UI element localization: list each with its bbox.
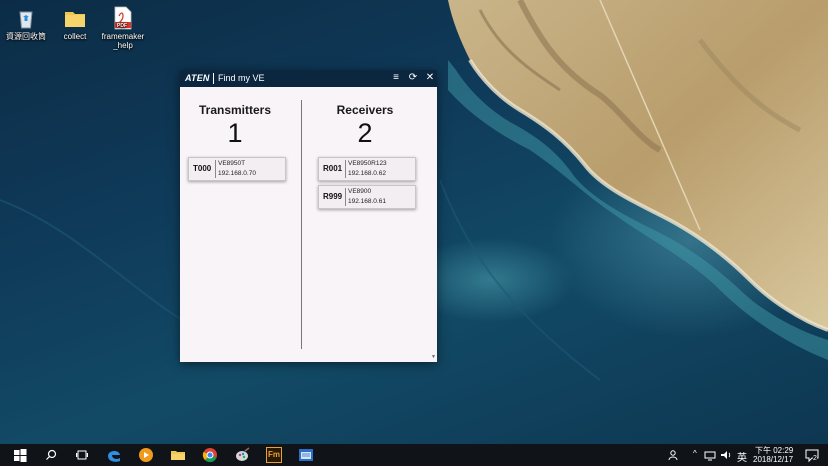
network-icon[interactable] [704, 447, 716, 463]
clock-date[interactable]: 2018/12/17 [753, 455, 793, 464]
framemaker-icon[interactable]: Fm [266, 447, 282, 463]
framemaker-label: Fm [268, 450, 280, 459]
media-player-icon[interactable] [138, 447, 154, 463]
taskbar: Fm ^ 英 下午 02:29 2018/12/17 2 [0, 444, 828, 466]
start-icon[interactable] [12, 447, 28, 463]
scroll-down-icon[interactable]: ▼ [431, 354, 436, 360]
device-id: T000 [193, 164, 212, 173]
pdf-file-icon: PDF [111, 6, 135, 30]
app-window-icon[interactable] [298, 447, 314, 463]
seafloor-2 [439, 179, 601, 381]
desktop-icon-framemaker-help[interactable]: PDF framemaker _help [101, 6, 145, 50]
close-button[interactable]: ✕ [423, 71, 437, 85]
desktop-icon-label: framemaker _help [101, 32, 145, 50]
show-hidden-icons-icon[interactable]: ^ [693, 449, 697, 458]
desktop-icon-collect[interactable]: collect [53, 6, 97, 41]
device-id: R001 [323, 164, 343, 173]
sort-button[interactable]: ≡ [389, 71, 403, 85]
aten-logo: ATEN [185, 73, 210, 83]
device-id: R999 [323, 192, 343, 201]
edge-icon[interactable] [106, 447, 122, 463]
device-ip: 192.168.0.70 [218, 170, 256, 177]
device-ip: 192.168.0.61 [348, 198, 386, 205]
chrome-icon[interactable] [202, 447, 218, 463]
coastline-land [448, 0, 828, 330]
device-separator [345, 160, 346, 178]
people-icon[interactable] [668, 447, 680, 463]
receivers-count: 2 [357, 118, 373, 148]
refresh-button[interactable]: ⟳ [406, 71, 420, 85]
paint-icon[interactable] [234, 447, 250, 463]
device-card-r001[interactable]: R001 VE8950R123 192.168.0.62 [318, 157, 416, 181]
window-title: Find my VE [218, 73, 265, 83]
find-my-ve-window: ATEN Find my VE ≡ ⟳ ✕ Transmitters 1 Rec… [180, 70, 437, 362]
column-divider [301, 100, 302, 349]
folder-icon [63, 6, 87, 30]
receivers-heading: Receivers [336, 103, 394, 117]
transmitters-heading: Transmitters [198, 103, 272, 117]
device-model: VE8950T [218, 160, 246, 167]
device-card-r999[interactable]: R999 VE8900 192.168.0.61 [318, 185, 416, 209]
search-icon[interactable] [43, 447, 59, 463]
volume-icon[interactable] [720, 447, 732, 463]
transmitters-count: 1 [227, 118, 243, 148]
pdf-badge: PDF [117, 23, 127, 29]
device-ip: 192.168.0.62 [348, 170, 386, 177]
device-card-t000[interactable]: T000 VE8950T 192.168.0.70 [188, 157, 286, 181]
seafloor-1 [0, 199, 201, 331]
input-method-indicator[interactable]: 英 [737, 449, 747, 464]
title-bar[interactable]: ATEN Find my VE ≡ ⟳ ✕ [180, 70, 437, 87]
desktop-icon-label: collect [63, 32, 87, 41]
desktop-icon-label: 資源回收筒 [6, 32, 46, 41]
desktop-icon-recycle-bin[interactable]: 資源回收筒 [4, 6, 48, 41]
device-separator [345, 188, 346, 206]
device-separator [215, 160, 216, 178]
device-model: VE8950R123 [348, 160, 387, 167]
device-model: VE8900 [348, 188, 372, 195]
notification-count-badge: 2 [813, 455, 817, 462]
title-separator [213, 73, 214, 84]
desktop: 資源回收筒 collect PDF framemaker _help ATEN … [0, 0, 828, 466]
task-view-icon[interactable] [74, 447, 90, 463]
notification-center-icon[interactable]: 2 [804, 447, 820, 463]
file-explorer-icon[interactable] [170, 447, 186, 463]
recycle-bin-icon [14, 6, 38, 30]
